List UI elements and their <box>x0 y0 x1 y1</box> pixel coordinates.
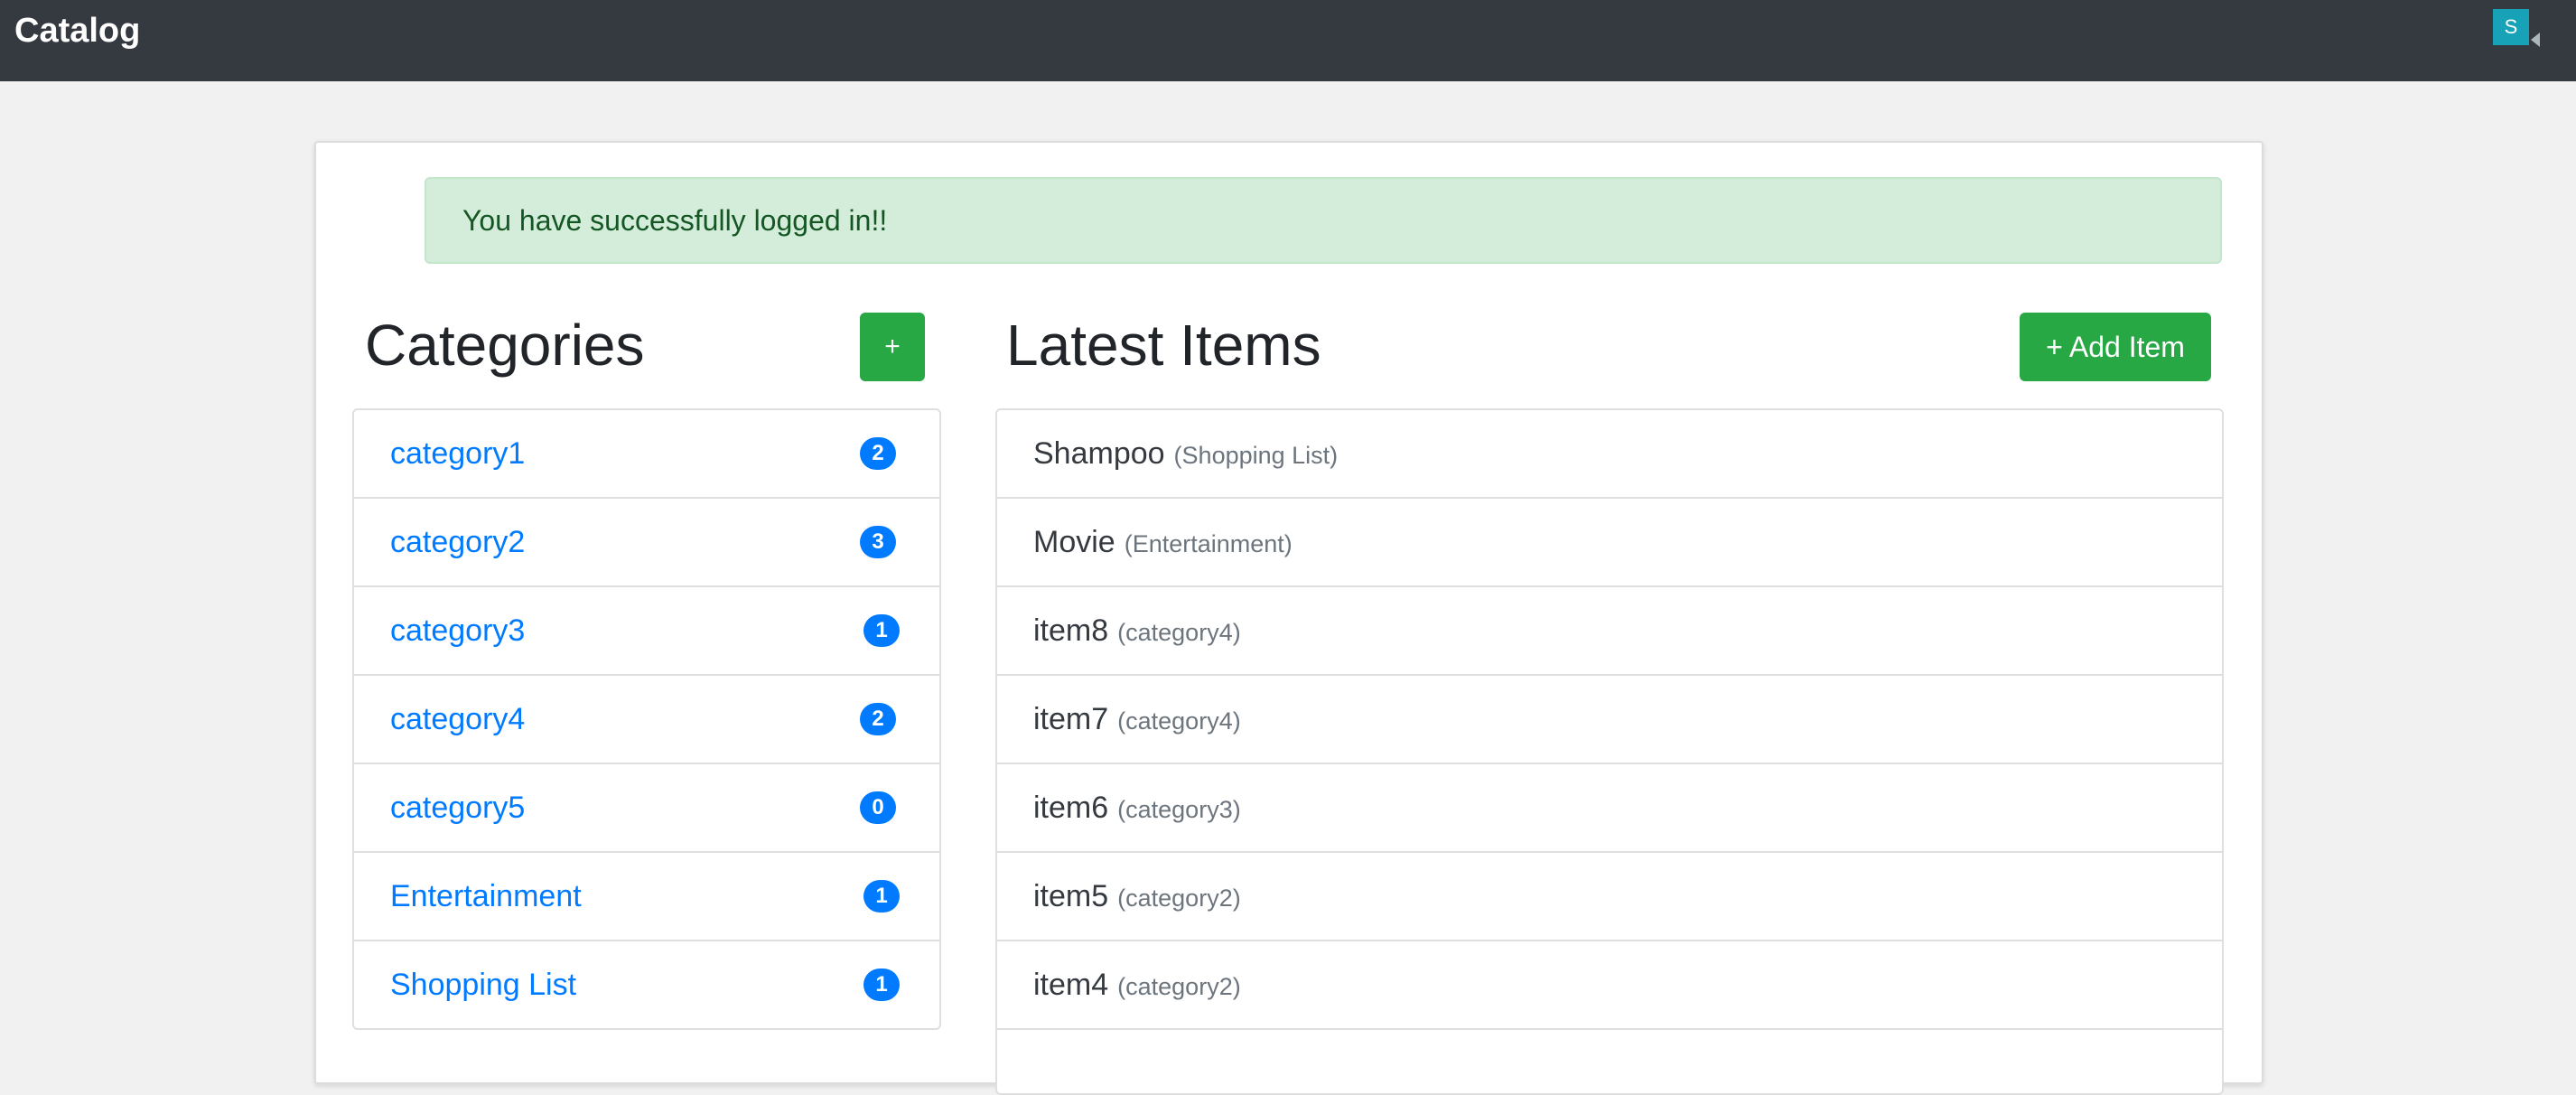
item-title: Shampoo <box>1033 436 1165 471</box>
item-title: item4 <box>1033 968 1109 1002</box>
category-row: category2 3 <box>354 499 939 587</box>
category-count-badge: 2 <box>860 703 896 735</box>
item-category: (category3) <box>1117 796 1241 823</box>
item-name: item5 (category2) <box>1033 853 1241 941</box>
latest-items-heading: Latest Items <box>1006 313 1321 378</box>
item-row[interactable]: item6 (category3) <box>997 764 2222 853</box>
add-category-button[interactable]: + <box>860 313 925 381</box>
item-name: item6 (category3) <box>1033 764 1241 853</box>
item-row[interactable]: Shampoo (Shopping List) <box>997 410 2222 499</box>
category-row: Shopping List 1 <box>354 941 939 1028</box>
login-success-alert: You have successfully logged in!! <box>425 177 2222 264</box>
item-title: item5 <box>1033 879 1109 913</box>
category-link[interactable]: category3 <box>390 587 525 674</box>
caret-left-icon <box>2531 33 2540 47</box>
item-category: (Shopping List) <box>1173 442 1339 469</box>
category-link[interactable]: category5 <box>390 764 525 851</box>
item-category: (Entertainment) <box>1124 530 1293 557</box>
category-count-badge: 1 <box>863 969 900 1001</box>
item-name: item8 (category4) <box>1033 587 1241 676</box>
category-link[interactable]: Entertainment <box>390 853 582 940</box>
category-row: category5 0 <box>354 764 939 853</box>
item-row[interactable]: item8 (category4) <box>997 587 2222 676</box>
item-name: Shampoo (Shopping List) <box>1033 410 1338 499</box>
item-category: (category2) <box>1117 884 1241 912</box>
item-row[interactable]: item5 (category2) <box>997 853 2222 941</box>
user-menu-toggle[interactable]: S <box>2493 9 2556 49</box>
item-title: item7 <box>1033 702 1109 736</box>
item-title: Movie <box>1033 525 1115 559</box>
item-category: (category4) <box>1117 619 1241 646</box>
category-row: category4 2 <box>354 676 939 764</box>
navbar: Catalog S <box>0 0 2576 81</box>
item-row[interactable]: Movie (Entertainment) <box>997 499 2222 587</box>
item-category: (category4) <box>1117 707 1241 735</box>
item-title: item8 <box>1033 613 1109 648</box>
categories-heading: Categories <box>365 313 645 378</box>
item-name: item4 (category2) <box>1033 941 1241 1030</box>
main-card: You have successfully logged in!! Catego… <box>314 141 2263 1095</box>
category-row: category3 1 <box>354 587 939 676</box>
category-count-badge: 2 <box>860 437 896 470</box>
category-count-badge: 1 <box>863 614 900 647</box>
brand-link[interactable]: Catalog <box>14 9 140 52</box>
category-count-badge: 1 <box>863 880 900 912</box>
categories-list: category1 2 category2 3 category3 1 cate… <box>352 408 941 1030</box>
item-name: item7 (category4) <box>1033 676 1241 764</box>
category-link[interactable]: category4 <box>390 676 525 763</box>
item-row[interactable]: item4 (category2) <box>997 941 2222 1030</box>
category-link[interactable]: category1 <box>390 410 525 497</box>
item-name: Movie (Entertainment) <box>1033 499 1293 587</box>
category-row: category1 2 <box>354 410 939 499</box>
category-link[interactable]: Shopping List <box>390 941 576 1028</box>
latest-items-list: Shampoo (Shopping List) Movie (Entertainme… <box>995 408 2224 1095</box>
category-count-badge: 3 <box>860 526 896 558</box>
category-count-badge: 0 <box>860 791 896 824</box>
item-category: (category2) <box>1117 973 1241 1000</box>
item-row[interactable]: item7 (category4) <box>997 676 2222 764</box>
item-title: item6 <box>1033 791 1109 825</box>
category-row: Entertainment 1 <box>354 853 939 941</box>
user-avatar[interactable]: S <box>2493 9 2529 45</box>
add-item-button[interactable]: + Add Item <box>2020 313 2211 381</box>
category-link[interactable]: category2 <box>390 499 525 585</box>
